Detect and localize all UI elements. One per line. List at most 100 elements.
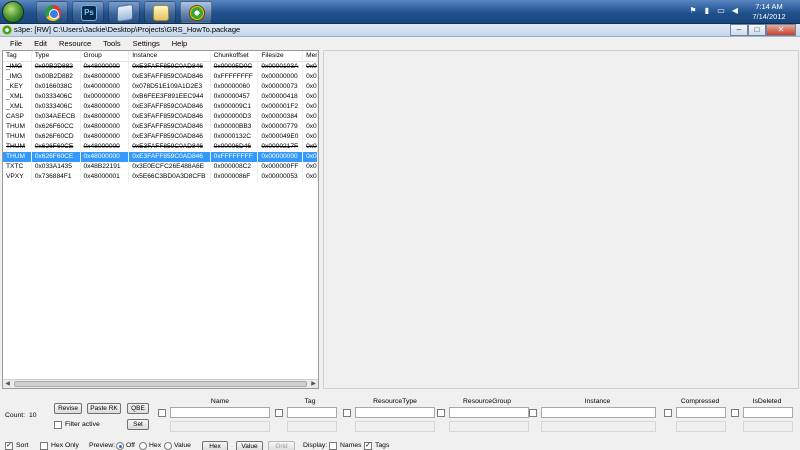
filesize-cell: 0x00000000 xyxy=(258,72,304,82)
table-row[interactable]: _XML 0x0333406C 0x00000000 0xB6FEE3F891EEC9… xyxy=(3,92,318,102)
column-instance[interactable]: Instance xyxy=(129,51,211,61)
filter-active-checkbox[interactable] xyxy=(54,421,62,429)
column-filesize[interactable]: Filesize xyxy=(258,51,304,61)
table-row[interactable]: THUM 0x626F60CE 0x48000000 0xE3FAFF859C0AD8… xyxy=(3,142,318,152)
count-value: 10 xyxy=(29,412,37,419)
taskbar-folder-button[interactable] xyxy=(144,1,176,23)
preview-hex-label: Hex xyxy=(149,442,162,449)
filesize-cell: 0x000049E0 xyxy=(258,132,304,142)
type-cell: 0x626F60CE xyxy=(32,152,81,162)
preview-off-radio[interactable] xyxy=(116,442,124,450)
table-row[interactable]: _IMG 0x00B2D882 0x48000000 0xE3FAFF859C0AD8… xyxy=(3,62,318,72)
value-button[interactable]: Value xyxy=(236,441,263,450)
table-body: _IMG 0x00B2D882 0x48000000 0xE3FAFF859C0AD8… xyxy=(3,62,318,182)
system-tray: ⚑ ▮ ▭ ◀ xyxy=(688,6,740,16)
filter-instance-field[interactable] xyxy=(541,407,656,418)
instance-cell: 0xE3FAFF859C0AD846 xyxy=(129,112,211,122)
grid-button[interactable]: Grid xyxy=(268,441,295,450)
column-group[interactable]: Group xyxy=(81,51,130,61)
filter-resourcetype-checkbox[interactable] xyxy=(343,409,351,417)
taskbar-chrome-button[interactable] xyxy=(36,1,68,23)
preview-off-label: Off xyxy=(126,442,135,449)
group-cell: 0x48000000 xyxy=(81,102,130,112)
filter-name-field[interactable] xyxy=(170,407,270,418)
resource-list[interactable]: Tag Type Group Instance Chunkoffset File… xyxy=(2,50,319,389)
filter-name-checkbox[interactable] xyxy=(158,409,166,417)
clock-time: 7:14 AM xyxy=(755,2,783,11)
filter-compressed-checkbox[interactable] xyxy=(664,409,672,417)
filter-tag-header: Tag xyxy=(304,398,316,405)
battery-icon[interactable]: ▭ xyxy=(716,6,726,16)
taskbar-document-button[interactable] xyxy=(108,1,140,23)
table-row[interactable]: TXTC 0x033A1435 0x48B22191 0x3E0ECFC26E488A… xyxy=(3,162,318,172)
menu-edit[interactable]: Edit xyxy=(28,39,53,48)
hex-button[interactable]: Hex xyxy=(202,441,228,450)
hex-only-checkbox[interactable] xyxy=(40,442,48,450)
menu-file[interactable]: File xyxy=(4,39,28,48)
instance-cell: 0xB6FEE3F891EEC944 xyxy=(129,92,211,102)
type-cell: 0x00B2D882 xyxy=(32,72,81,82)
maximize-button[interactable]: □ xyxy=(748,24,766,36)
menu-resource[interactable]: Resource xyxy=(53,39,97,48)
taskbar-s3pe-button[interactable] xyxy=(180,1,212,23)
filter-tag-field[interactable] xyxy=(287,407,337,418)
horizontal-scrollbar[interactable]: ◀ ▶ xyxy=(3,379,318,388)
chunkoffset-cell: 0x0000132C xyxy=(211,132,259,142)
minimize-button[interactable]: – xyxy=(730,24,748,36)
table-row[interactable]: THUM 0x626F60CE 0x48000000 0xE3FAFF859C0AD8… xyxy=(3,152,318,162)
menu-settings[interactable]: Settings xyxy=(127,39,166,48)
memsize-cell: 0x00 xyxy=(303,92,318,102)
filter-resourcegroup-field[interactable] xyxy=(449,407,529,418)
filter-tag-checkbox[interactable] xyxy=(275,409,283,417)
preview-panel xyxy=(323,50,799,389)
taskbar: Ps ⚑ ▮ ▭ ◀ 7:14 AM 7/14/2012 xyxy=(0,0,800,24)
menu-tools[interactable]: Tools xyxy=(97,39,127,48)
table-row[interactable]: THUM 0x626F60CC 0x48000000 0xE3FAFF859C0AD8… xyxy=(3,122,318,132)
display-names-checkbox[interactable] xyxy=(329,442,337,450)
scroll-left-icon[interactable]: ◀ xyxy=(3,380,12,388)
scroll-right-icon[interactable]: ▶ xyxy=(309,380,318,388)
instance-cell: 0xE3FAFF859C0AD846 xyxy=(129,152,211,162)
preview-hex-radio[interactable] xyxy=(139,442,147,450)
flag-icon[interactable]: ⚑ xyxy=(688,6,698,16)
menu-help[interactable]: Help xyxy=(166,39,193,48)
scroll-thumb[interactable] xyxy=(14,381,307,387)
preview-value-radio[interactable] xyxy=(164,442,172,450)
column-chunkoffset[interactable]: Chunkoffset xyxy=(211,51,259,61)
title-bar[interactable]: s3pe: [RW] C:\Users\Jackie\Desktop\Proje… xyxy=(0,24,800,37)
qbe-button[interactable]: QBE xyxy=(127,403,149,414)
filter-resourcegroup-header: ResourceGroup xyxy=(463,398,511,405)
display-tags-checkbox[interactable]: ✓ xyxy=(364,442,372,450)
filter-isdeleted-checkbox[interactable] xyxy=(731,409,739,417)
filter-active-label: Filter active xyxy=(65,421,100,428)
table-row[interactable]: _IMG 0x00B2D882 0x48000000 0xE3FAFF859C0AD8… xyxy=(3,72,318,82)
table-row[interactable]: _KEY 0x0166038C 0x40000000 0x078D51E109A1D2… xyxy=(3,82,318,92)
filter-resourcetype-header: ResourceType xyxy=(373,398,417,405)
revise-button[interactable]: Revise xyxy=(54,403,82,414)
filter-instance-checkbox[interactable] xyxy=(529,409,537,417)
clock[interactable]: 7:14 AM 7/14/2012 xyxy=(744,2,794,22)
column-tag[interactable]: Tag xyxy=(3,51,32,61)
sort-checkbox[interactable]: ✓ xyxy=(5,442,13,450)
type-cell: 0x0333406C xyxy=(32,102,81,112)
filesize-cell: 0x00000000 xyxy=(258,152,304,162)
close-button[interactable]: ✕ xyxy=(766,24,796,36)
filter-name-header: Name xyxy=(210,398,230,405)
taskbar-photoshop-button[interactable]: Ps xyxy=(72,1,104,23)
column-type[interactable]: Type xyxy=(32,51,81,61)
table-row[interactable]: CASP 0x034AEECB 0x48000000 0xE3FAFF859C0AD8… xyxy=(3,112,318,122)
table-row[interactable]: _XML 0x0333406C 0x48000000 0xE3FAFF859C0AD8… xyxy=(3,102,318,112)
filter-resourcetype-field[interactable] xyxy=(355,407,435,418)
paste-rk-button[interactable]: Paste RK xyxy=(87,403,121,414)
volume-icon[interactable]: ◀ xyxy=(730,6,740,16)
table-row[interactable]: THUM 0x626F60CD 0x48000000 0xE3FAFF859C0AD8… xyxy=(3,132,318,142)
filter-compressed-field[interactable] xyxy=(676,407,726,418)
start-button[interactable] xyxy=(2,1,24,23)
filter-isdeleted-field[interactable] xyxy=(743,407,793,418)
column-memsize[interactable]: Mem xyxy=(303,51,318,61)
network-icon[interactable]: ▮ xyxy=(702,6,712,16)
table-row[interactable]: VPXY 0x736884F1 0x48000001 0x5E66C3BD0A3D8C… xyxy=(3,172,318,182)
set-button[interactable]: Set xyxy=(127,419,149,430)
filter-resourcegroup-checkbox[interactable] xyxy=(437,409,445,417)
preview-value-label: Value xyxy=(174,442,191,449)
